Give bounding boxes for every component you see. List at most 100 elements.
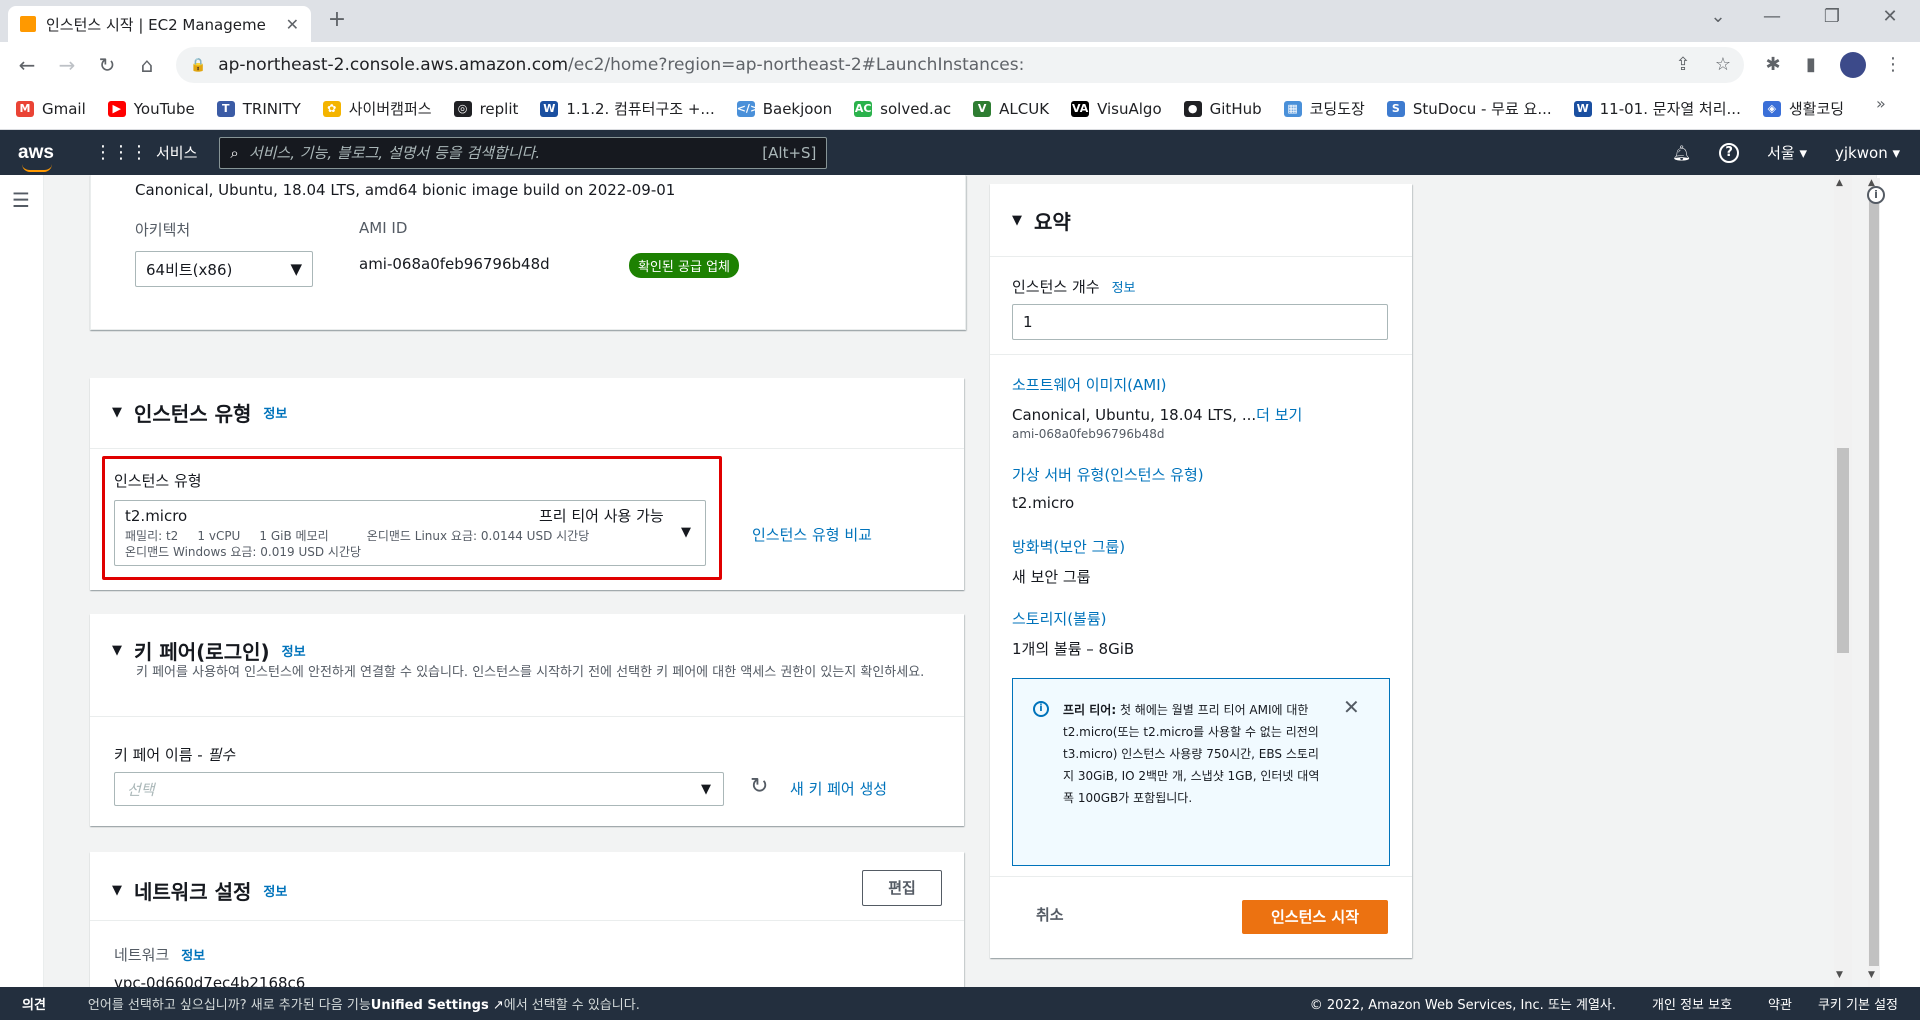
network-header[interactable]: ▼ 네트워크 설정 정보	[112, 876, 287, 905]
bookmark-label: 11-01. 문자열 처리...	[1599, 100, 1741, 118]
bookmark-item[interactable]: ◈ 생활코딩	[1762, 98, 1844, 119]
reload-icon[interactable]: ↻	[92, 50, 122, 80]
bookmark-label: StuDocu - 무료 요...	[1412, 100, 1552, 118]
info-link[interactable]: 정보	[263, 881, 287, 900]
arch-select[interactable]: 64비트(x86) ▼	[135, 251, 313, 287]
privacy-link[interactable]: 개인 정보 보호	[1652, 994, 1732, 1013]
cancel-button[interactable]: 취소	[1036, 904, 1064, 925]
bookmark-item[interactable]: S StuDocu - 무료 요...	[1386, 98, 1552, 119]
bookmarks-overflow-icon[interactable]: »	[1876, 94, 1886, 113]
info-link[interactable]: 정보	[282, 641, 306, 660]
region-selector[interactable]: 서울 ▾	[1767, 142, 1807, 163]
new-tab-icon[interactable]: +	[322, 7, 352, 32]
instance-type-select[interactable]: t2.micro 프리 티어 사용 가능 패밀리: t2 1 vCPU 1 Gi…	[114, 500, 706, 566]
side-panel-icon[interactable]: ▮	[1796, 50, 1826, 80]
collapse-icon: ▼	[112, 405, 122, 420]
forward-icon[interactable]: →	[52, 50, 82, 80]
bookmark-label: Baekjoon	[762, 99, 833, 118]
bookmark-label: 코딩도장	[1309, 100, 1365, 118]
verified-provider-badge: 확인된 공급 업체	[629, 253, 739, 278]
refresh-icon[interactable]: ↻	[750, 774, 768, 799]
info-panel-icon[interactable]: i	[1867, 186, 1885, 204]
feedback-link[interactable]: 의견	[22, 994, 46, 1013]
tab-search-icon[interactable]: ⌄	[1698, 6, 1738, 27]
home-icon[interactable]: ⌂	[132, 50, 162, 80]
outer-scrollbar-thumb[interactable]	[1869, 194, 1879, 966]
back-icon[interactable]: ←	[12, 50, 42, 80]
instance-type-summary-link[interactable]: 가상 서버 유형(인스턴스 유형)	[1012, 464, 1204, 485]
bookmark-label: 사이버캠퍼스	[348, 100, 432, 118]
bookmark-item[interactable]: ✿ 사이버캠퍼스	[322, 98, 432, 119]
scroll-down-icon[interactable]: ▼	[1868, 970, 1875, 980]
share-icon[interactable]: ⇪	[1668, 50, 1698, 80]
bell-icon[interactable]: 🔔︎	[1672, 144, 1691, 162]
summary-header[interactable]: ▼ 요약	[1012, 206, 1071, 235]
storage-summary-link[interactable]: 스토리지(볼륨)	[1012, 608, 1107, 629]
services-menu[interactable]: ⋮⋮⋮ 서비스	[94, 142, 197, 163]
bookmark-item[interactable]: M Gmail	[16, 100, 86, 118]
search-shortcut: [Alt+S]	[762, 143, 817, 162]
bookmark-item[interactable]: V ALCUK	[973, 100, 1049, 118]
profile-avatar[interactable]	[1840, 52, 1866, 78]
browser-tab[interactable]: 인스턴스 시작 | EC2 Manageme ✕	[8, 6, 311, 42]
key-pair-header[interactable]: ▼ 키 페어(로그인) 정보	[112, 636, 306, 665]
ami-summary-id: ami-068a0feb96796b48d	[1012, 427, 1165, 441]
bookmark-favicon-icon: ▶	[107, 100, 126, 117]
bookmark-item[interactable]: ◎ replit	[453, 99, 519, 118]
left-rail	[0, 175, 44, 987]
bookmark-item[interactable]: ● GitHub	[1183, 100, 1262, 118]
edit-button[interactable]: 편집	[862, 870, 942, 906]
scroll-up-icon[interactable]: ▲	[1836, 178, 1843, 188]
bookmark-item[interactable]: AC solved.ac	[854, 100, 951, 118]
bookmark-item[interactable]: W 1.1.2. 컴퓨터구조 +...	[540, 98, 715, 119]
bookmark-item[interactable]: </> Baekjoon	[736, 99, 833, 118]
caret-down-icon: ▼	[290, 260, 302, 278]
instance-count-input[interactable]: 1	[1012, 304, 1388, 340]
instance-type-header[interactable]: ▼ 인스턴스 유형 정보	[112, 398, 287, 427]
info-link[interactable]: 정보	[263, 403, 287, 422]
launch-instance-button[interactable]: 인스턴스 시작	[1242, 900, 1388, 934]
scrollbar-thumb[interactable]	[1837, 448, 1849, 653]
key-pair-description: 키 페어를 사용하여 인스턴스에 안전하게 연결할 수 있습니다. 인스턴스를 …	[136, 665, 925, 680]
restore-icon[interactable]: ❐	[1812, 6, 1852, 27]
instance-type-windows-price: 온디맨드 Windows 요금: 0.019 USD 시간당	[125, 545, 362, 559]
help-icon[interactable]: ?	[1719, 142, 1740, 163]
create-key-pair-link[interactable]: 새 키 페어 생성	[790, 778, 887, 799]
minimize-icon[interactable]: —	[1752, 6, 1792, 27]
cookie-preferences-link[interactable]: 쿠키 기본 설정	[1818, 994, 1898, 1013]
aws-logo[interactable]: aws	[18, 142, 74, 172]
bookmark-item[interactable]: VA VisuAlgo	[1071, 100, 1162, 118]
storage-summary-value: 1개의 볼륨 – 8GiB	[1012, 640, 1135, 658]
bookmark-item[interactable]: ▶ YouTube	[107, 100, 195, 118]
bookmark-label: replit	[479, 99, 519, 118]
aws-search-input[interactable]: ⌕ 서비스, 기능, 블로그, 설명서 등을 검색합니다. [Alt+S]	[219, 136, 828, 169]
bookmark-favicon-icon: ●	[1183, 100, 1202, 117]
more-link[interactable]: 더 보기	[1256, 406, 1302, 424]
close-tab-icon[interactable]: ✕	[286, 15, 299, 34]
user-menu[interactable]: yjkwon ▾	[1835, 144, 1900, 162]
search-placeholder: 서비스, 기능, 블로그, 설명서 등을 검색합니다.	[248, 144, 541, 162]
scroll-down-icon[interactable]: ▼	[1836, 970, 1843, 980]
bookmark-item[interactable]: ▦ 코딩도장	[1283, 98, 1365, 119]
bookmark-favicon-icon: ▦	[1283, 100, 1302, 117]
bookmark-favicon-icon: W	[1573, 100, 1592, 117]
hamburger-icon[interactable]: ☰	[12, 188, 30, 212]
window-close-icon[interactable]: ✕	[1870, 6, 1910, 27]
firewall-summary-link[interactable]: 방화벽(보안 그룹)	[1012, 536, 1125, 557]
network-panel: ▼ 네트워크 설정 정보 편집 네트워크 정보 vpc-0d660d7ec4b21…	[90, 852, 964, 988]
bookmark-item[interactable]: T TRINITY	[216, 100, 301, 118]
compare-instance-types-link[interactable]: 인스턴스 유형 비교	[752, 524, 872, 545]
bookmark-item[interactable]: W 11-01. 문자열 처리...	[1573, 98, 1741, 119]
key-pair-select[interactable]: 선택 ▼	[114, 772, 724, 806]
key-pair-name-label: 키 페어 이름 - 필수	[114, 746, 236, 764]
bookmark-favicon-icon: S	[1386, 100, 1405, 117]
menu-dots-icon[interactable]: ⋮	[1878, 50, 1908, 80]
address-bar[interactable]: 🔒 ap-northeast-2.console.aws.amazon.com/…	[176, 47, 1744, 83]
ami-summary-link[interactable]: 소프트웨어 이미지(AMI)	[1012, 374, 1167, 395]
unified-settings-link[interactable]: Unified Settings	[371, 998, 489, 1013]
close-icon[interactable]: ✕	[1343, 695, 1360, 719]
instance-type-summary-value: t2.micro	[1012, 494, 1075, 512]
extensions-icon[interactable]: ✱	[1758, 50, 1788, 80]
bookmark-star-icon[interactable]: ☆	[1708, 50, 1738, 80]
terms-link[interactable]: 약관	[1768, 994, 1792, 1013]
